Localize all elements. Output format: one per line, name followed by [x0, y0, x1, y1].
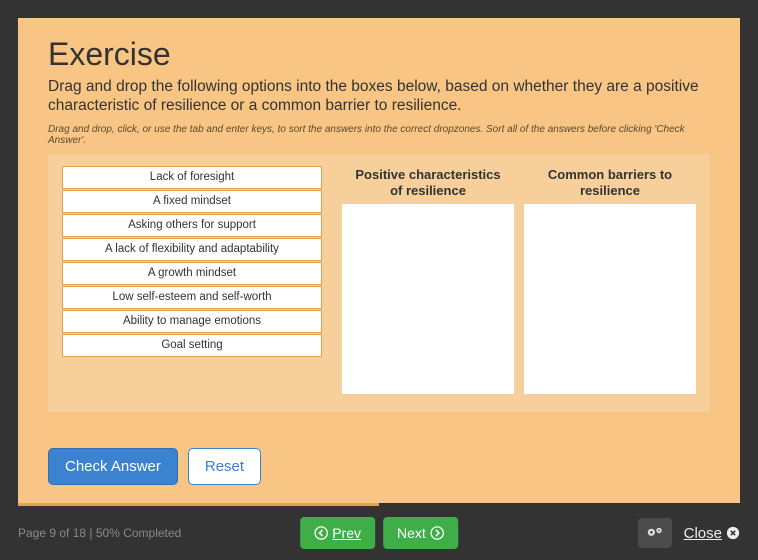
progress-text: 50% Completed: [96, 526, 181, 540]
draggable-option[interactable]: A fixed mindset: [62, 190, 322, 213]
page-title: Exercise: [48, 36, 710, 73]
close-button[interactable]: Close: [684, 525, 740, 542]
dropzone-label: Positive characteristics of resilience: [342, 166, 514, 200]
exercise-card: Exercise Drag and drop the following opt…: [18, 18, 740, 503]
reset-button[interactable]: Reset: [188, 448, 261, 485]
check-answer-button[interactable]: Check Answer: [48, 448, 178, 485]
chevron-left-circle-icon: [314, 526, 328, 540]
action-button-row: Check Answer Reset: [48, 428, 710, 485]
close-label: Close: [684, 525, 722, 542]
gears-icon: [646, 526, 664, 540]
settings-button[interactable]: [638, 518, 672, 548]
dropzone-label: Common barriers to resilience: [524, 166, 696, 200]
next-button[interactable]: Next: [383, 517, 458, 549]
footer-status: Page 9 of 18 | 50% Completed: [18, 526, 181, 540]
dropzone-area-positive[interactable]: [342, 204, 514, 394]
draggable-option[interactable]: Asking others for support: [62, 214, 322, 237]
dropzone-positive: Positive characteristics of resilience: [342, 166, 514, 394]
close-circle-icon: [726, 526, 740, 540]
draggable-option[interactable]: Lack of foresight: [62, 166, 322, 189]
work-area: Lack of foresight A fixed mindset Asking…: [48, 154, 710, 412]
footer-right: Close: [638, 518, 740, 548]
next-label: Next: [397, 525, 426, 541]
footer-bar: Page 9 of 18 | 50% Completed Prev Next C…: [0, 506, 758, 560]
options-list: Lack of foresight A fixed mindset Asking…: [62, 166, 322, 394]
draggable-option[interactable]: A growth mindset: [62, 262, 322, 285]
draggable-option[interactable]: Low self-esteem and self-worth: [62, 286, 322, 309]
chevron-right-circle-icon: [430, 526, 444, 540]
prev-button[interactable]: Prev: [300, 517, 375, 549]
dropzone-barriers: Common barriers to resilience: [524, 166, 696, 394]
dropzones-container: Positive characteristics of resilience C…: [342, 166, 696, 394]
draggable-option[interactable]: A lack of flexibility and adaptability: [62, 238, 322, 261]
hint-text: Drag and drop, click, or use the tab and…: [48, 124, 710, 146]
prev-label: Prev: [332, 525, 361, 541]
main-area: Exercise Drag and drop the following opt…: [0, 0, 758, 503]
nav-buttons: Prev Next: [300, 517, 458, 549]
dropzone-area-barriers[interactable]: [524, 204, 696, 394]
page-number: Page 9 of 18: [18, 526, 86, 540]
draggable-option[interactable]: Goal setting: [62, 334, 322, 357]
instructions-text: Drag and drop the following options into…: [48, 77, 710, 116]
draggable-option[interactable]: Ability to manage emotions: [62, 310, 322, 333]
